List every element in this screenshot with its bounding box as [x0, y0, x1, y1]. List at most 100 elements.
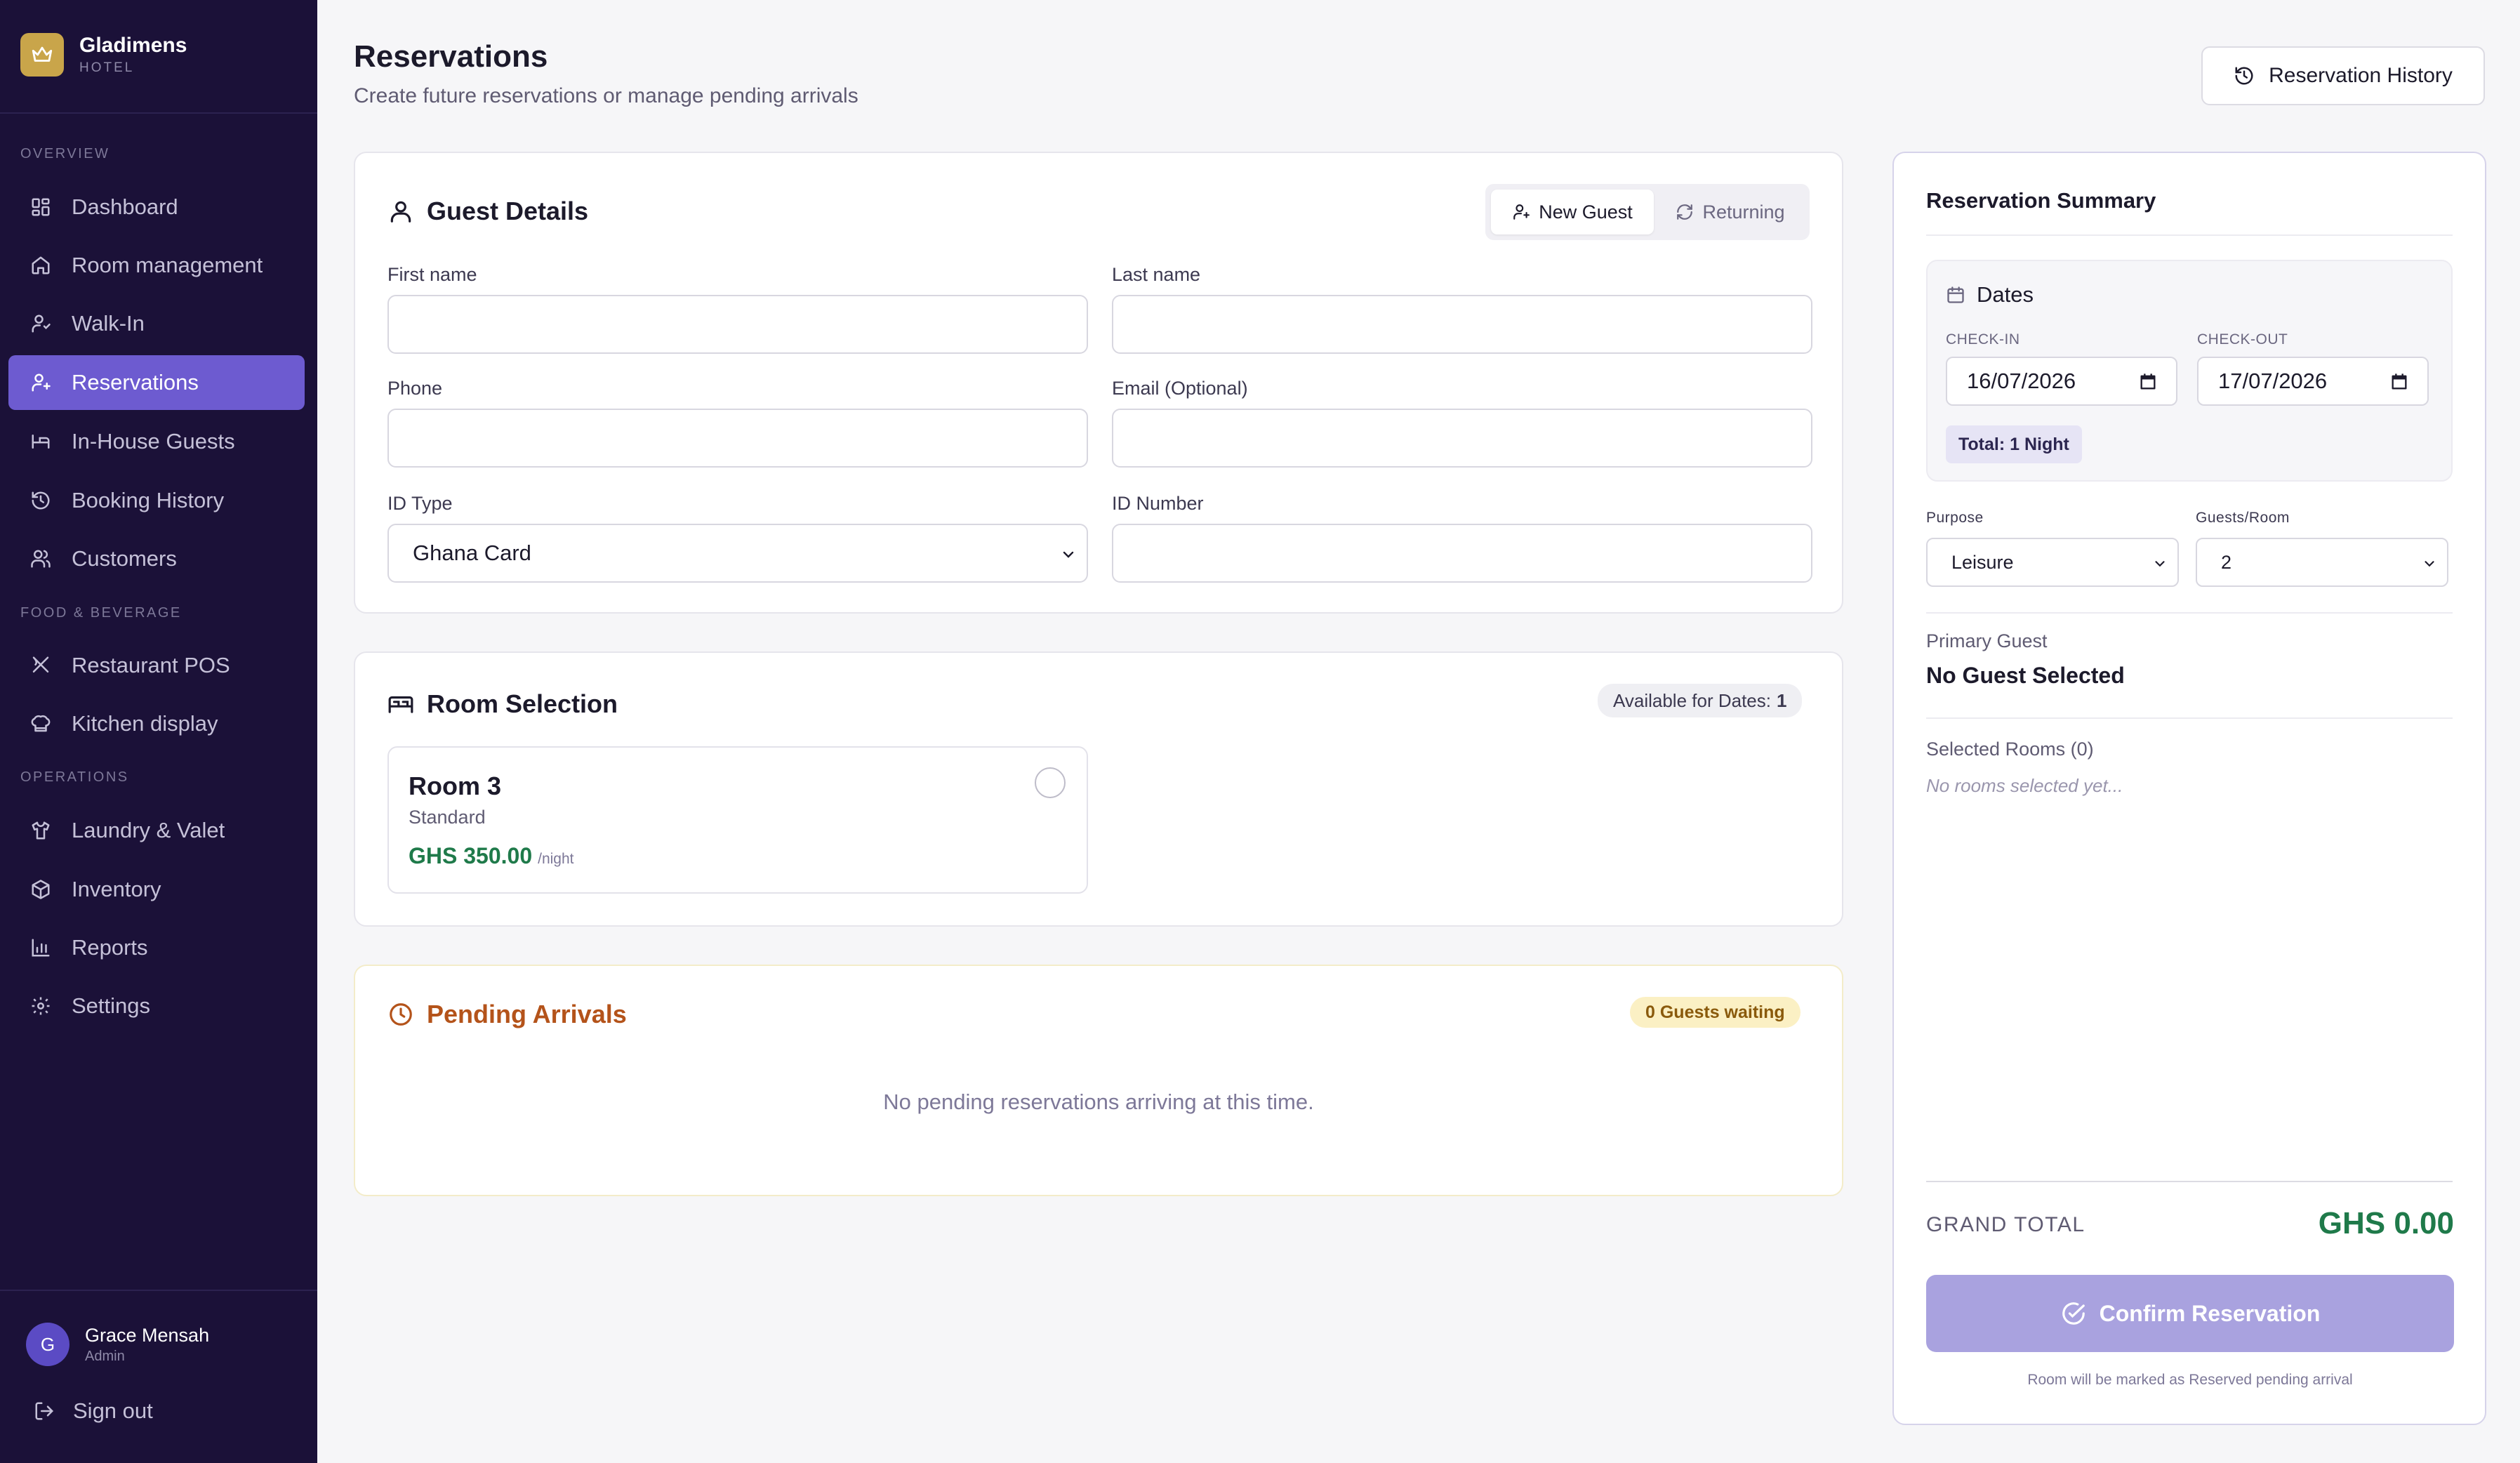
sidebar-item-booking-history[interactable]: Booking History: [8, 473, 305, 528]
user-icon: [387, 198, 414, 225]
sign-out-button[interactable]: Sign out: [34, 1398, 153, 1424]
chevron-down-icon: [2152, 556, 2168, 571]
chevron-down-icon: [2422, 556, 2437, 571]
sidebar-item-inventory[interactable]: Inventory: [8, 862, 305, 917]
email-field[interactable]: [1112, 409, 1812, 468]
sidebar-item-label: Walk-In: [72, 311, 145, 336]
history-icon: [2234, 65, 2255, 86]
sidebar-item-label: Kitchen display: [72, 711, 218, 736]
email-label: Email (Optional): [1112, 378, 1248, 399]
crown-icon: [20, 33, 64, 77]
toggle-new-guest[interactable]: New Guest: [1491, 190, 1654, 234]
brand[interactable]: Gladimens HOTEL: [20, 33, 187, 77]
chef-hat-icon: [27, 710, 55, 738]
room-price-unit: /night: [538, 851, 574, 867]
room-type: Standard: [409, 807, 486, 828]
toggle-new-guest-label: New Guest: [1539, 201, 1633, 223]
sidebar-item-in-house-guests[interactable]: In-House Guests: [8, 414, 305, 469]
sidebar-item-settings[interactable]: Settings: [8, 979, 305, 1033]
refresh-icon: [1676, 203, 1694, 221]
id-type-select[interactable]: Ghana Card: [387, 524, 1088, 583]
last-name-field[interactable]: [1112, 295, 1812, 354]
available-label: Available for Dates:: [1613, 689, 1771, 711]
last-name-label: Last name: [1112, 264, 1201, 285]
toggle-returning[interactable]: Returning: [1657, 190, 1804, 234]
brand-subtitle: HOTEL: [79, 60, 135, 75]
sidebar-item-label: Room management: [72, 253, 263, 277]
bed-icon: [387, 691, 414, 717]
purpose-select[interactable]: Leisure: [1926, 538, 2179, 587]
confirm-reservation-button[interactable]: Confirm Reservation: [1926, 1275, 2454, 1352]
sidebar-item-laundry[interactable]: Laundry & Valet: [8, 803, 305, 858]
bar-chart-icon: [27, 934, 55, 962]
user-plus-icon: [1512, 203, 1530, 221]
guest-details-title: Guest Details: [387, 197, 588, 226]
sidebar-item-reports[interactable]: Reports: [8, 920, 305, 975]
divider: [1926, 717, 2453, 719]
sidebar: Gladimens HOTEL OVERVIEW Dashboard Room …: [0, 0, 317, 1463]
section-label-food: FOOD & BEVERAGE: [20, 605, 182, 621]
primary-guest-label: Primary Guest: [1926, 630, 2048, 651]
reservation-history-button[interactable]: Reservation History: [2201, 46, 2485, 105]
calendar-icon[interactable]: [2138, 372, 2158, 392]
sidebar-item-label: Reservations: [72, 370, 199, 395]
sidebar-item-room-management[interactable]: Room management: [8, 238, 305, 293]
history-icon: [27, 486, 55, 515]
room-select-radio[interactable]: [1035, 767, 1066, 798]
guests-waiting-badge: 0 Guests waiting: [1630, 997, 1801, 1028]
user-plus-icon: [27, 369, 55, 397]
sidebar-item-label: In-House Guests: [72, 429, 235, 454]
check-out-date-input[interactable]: 17/07/2026: [2197, 357, 2429, 406]
room-card[interactable]: Room 3 Standard GHS 350.00/night: [387, 746, 1088, 894]
phone-field[interactable]: [387, 409, 1088, 468]
sign-out-label: Sign out: [73, 1398, 153, 1423]
sidebar-item-walk-in[interactable]: Walk-In: [8, 296, 305, 351]
calendar-icon: [1946, 285, 1965, 305]
chevron-down-icon: [1060, 546, 1077, 563]
sidebar-item-kitchen-display[interactable]: Kitchen display: [8, 696, 305, 751]
page-subtitle: Create future reservations or manage pen…: [354, 84, 858, 107]
section-label-overview: OVERVIEW: [20, 146, 110, 161]
bed-icon: [27, 428, 55, 456]
sidebar-item-label: Reports: [72, 935, 148, 960]
user-profile[interactable]: G Grace Mensah Admin: [26, 1323, 209, 1366]
divider: [0, 112, 317, 114]
selected-rooms-label: Selected Rooms (0): [1926, 739, 2094, 760]
purpose-label: Purpose: [1926, 510, 1984, 526]
guests-per-room-value: 2: [2221, 551, 2232, 573]
sidebar-item-customers[interactable]: Customers: [8, 531, 305, 586]
summary-title: Reservation Summary: [1926, 188, 2156, 213]
reservation-summary-card: Reservation Summary Dates CHECK-IN 16/07…: [1892, 152, 2486, 1425]
first-name-field[interactable]: [387, 295, 1088, 354]
first-name-label: First name: [387, 264, 477, 285]
selected-rooms-empty: No rooms selected yet...: [1926, 775, 2123, 796]
grid-icon: [27, 193, 55, 221]
pending-arrivals-title-text: Pending Arrivals: [427, 1000, 627, 1028]
check-out-label: CHECK-OUT: [2197, 331, 2288, 347]
guests-per-room-label: Guests/Room: [2196, 510, 2290, 526]
id-number-field[interactable]: [1112, 524, 1812, 583]
available-count: 1: [1776, 689, 1787, 711]
avatar: G: [26, 1323, 69, 1366]
dates-title-text: Dates: [1977, 282, 2034, 307]
room-selection-card: Room Selection Available for Dates: 1 Ro…: [354, 651, 1843, 927]
home-icon: [27, 251, 55, 279]
sidebar-item-label: Customers: [72, 546, 177, 571]
user-walk-icon: [27, 310, 55, 338]
clock-icon: [387, 1001, 414, 1028]
divider: [1926, 234, 2453, 236]
id-type-value: Ghana Card: [413, 541, 531, 565]
guests-per-room-select[interactable]: 2: [2196, 538, 2448, 587]
id-type-label: ID Type: [387, 493, 453, 514]
grand-total-label: GRAND TOTAL: [1926, 1213, 2085, 1236]
check-in-date-input[interactable]: 16/07/2026: [1946, 357, 2177, 406]
room-name: Room 3: [409, 772, 502, 800]
utensils-icon: [27, 651, 55, 680]
sidebar-item-reservations[interactable]: Reservations: [8, 355, 305, 410]
shirt-icon: [27, 816, 55, 845]
sidebar-item-restaurant-pos[interactable]: Restaurant POS: [8, 638, 305, 693]
sidebar-item-dashboard[interactable]: Dashboard: [8, 180, 305, 234]
guest-type-toggle: New Guest Returning: [1485, 184, 1810, 240]
pending-arrivals-title: Pending Arrivals: [387, 1000, 627, 1029]
calendar-icon[interactable]: [2389, 372, 2409, 392]
